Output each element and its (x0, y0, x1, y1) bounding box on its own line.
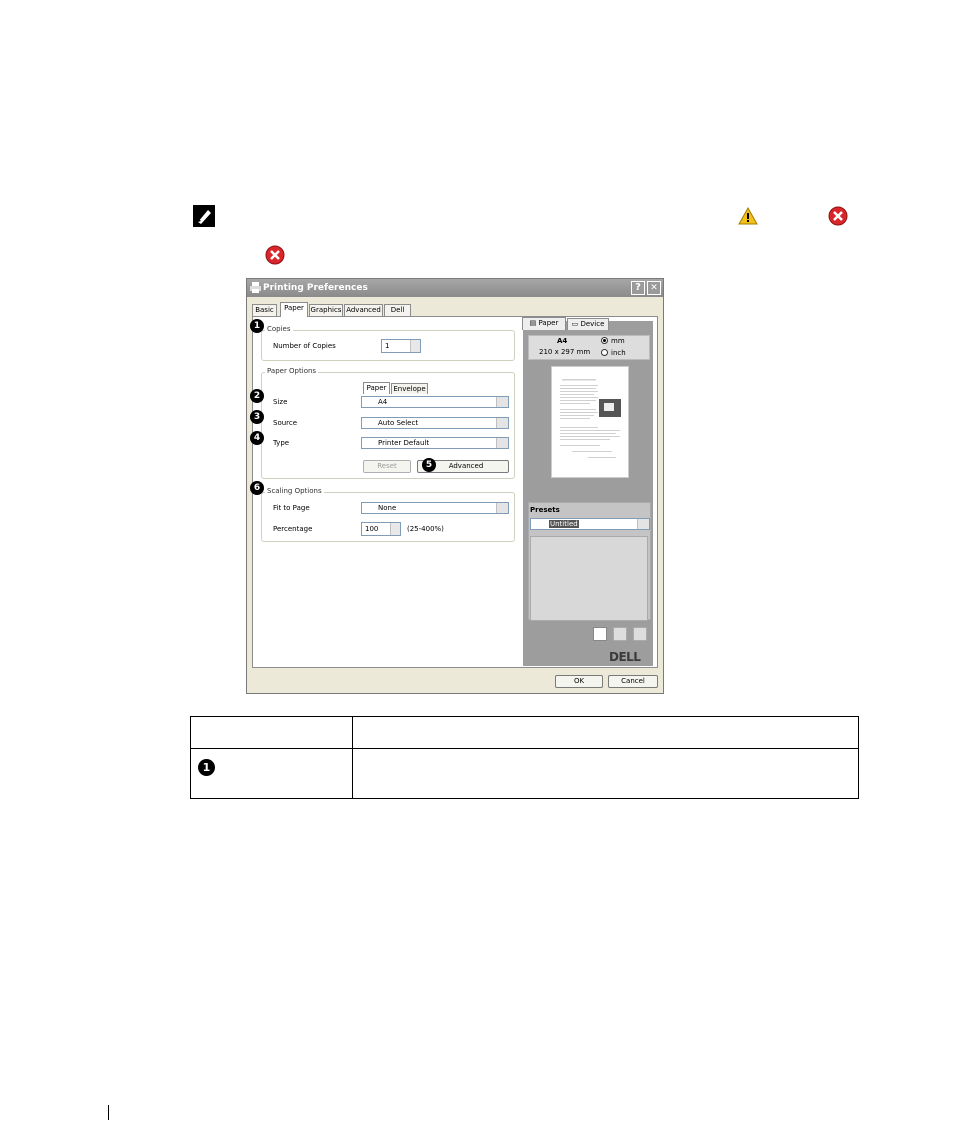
percentage-range: (25-400%) (407, 525, 444, 533)
preview-tab-device[interactable]: ▭ Device (567, 318, 609, 330)
presets-value: Untitled (549, 520, 579, 528)
size-select[interactable]: A4 (361, 396, 509, 408)
tab-graphics[interactable]: Graphics (309, 304, 343, 316)
description-table: 1 (190, 716, 859, 799)
copies-group-label: Copies (265, 325, 293, 333)
unit-mm-radio[interactable] (601, 337, 608, 344)
subtab-envelope[interactable]: Envelope (391, 383, 428, 394)
paper-options-label: Paper Options (265, 367, 319, 375)
preview-tab-paper[interactable]: ▤ Paper (522, 317, 566, 330)
percentage-stepper[interactable]: 100 (361, 522, 401, 536)
source-label: Source (273, 419, 298, 427)
fit-to-page-value: None (378, 504, 397, 512)
chevron-down-icon[interactable] (496, 418, 508, 428)
scaling-options-label: Scaling Options (265, 487, 324, 495)
error-icon (265, 245, 285, 265)
warning-icon (738, 207, 758, 225)
chevron-down-icon[interactable] (496, 438, 508, 448)
title-bar: Printing Preferences ? ✕ (247, 279, 663, 297)
unit-inch-label: inch (611, 349, 626, 357)
chevron-down-icon[interactable] (496, 503, 508, 513)
delete-preset-icon[interactable] (633, 627, 647, 641)
tab-advanced[interactable]: Advanced (344, 304, 383, 316)
new-preset-icon[interactable] (593, 627, 607, 641)
preview-tab-paper-label: Paper (538, 319, 559, 327)
presets-select[interactable]: Untitled (530, 518, 650, 530)
callout-2: 2 (250, 389, 264, 403)
copies-value: 1 (385, 342, 390, 350)
table-callout-1: 1 (198, 759, 215, 776)
callout-4: 4 (250, 431, 264, 445)
callout-5: 5 (422, 458, 436, 472)
save-preset-icon[interactable] (613, 627, 627, 641)
chevron-down-icon[interactable] (637, 519, 649, 529)
paper-name: A4 (557, 337, 568, 345)
dialog-title: Printing Preferences (263, 283, 368, 293)
fit-to-page-select[interactable]: None (361, 502, 509, 514)
close-button[interactable]: ✕ (647, 281, 661, 295)
unit-mm-label: mm (611, 337, 625, 345)
reset-button[interactable]: Reset (363, 460, 411, 473)
preview-tab-device-label: Device (580, 320, 605, 328)
page-preview (551, 366, 629, 478)
size-label: Size (273, 398, 288, 406)
source-value: Auto Select (378, 419, 419, 427)
size-value: A4 (378, 398, 388, 406)
fit-to-page-label: Fit to Page (273, 504, 310, 512)
dell-logo: DELL (609, 650, 641, 664)
presets-list[interactable] (530, 536, 648, 621)
spin-arrows-icon[interactable] (410, 340, 420, 352)
percentage-value: 100 (365, 525, 379, 533)
callout-1: 1 (250, 319, 264, 333)
unit-inch-radio[interactable] (601, 349, 608, 356)
number-of-copies-label: Number of Copies (273, 342, 336, 350)
tab-basic[interactable]: Basic (252, 304, 277, 316)
error-icon (828, 206, 848, 226)
type-label: Type (273, 439, 290, 447)
tab-paper[interactable]: Paper (280, 302, 308, 317)
table-header-row (191, 717, 858, 749)
type-value: Printer Default (378, 439, 430, 447)
percentage-label: Percentage (273, 525, 313, 533)
chevron-down-icon[interactable] (496, 397, 508, 407)
tab-dell[interactable]: Dell (384, 304, 411, 316)
spin-arrows-icon[interactable] (390, 523, 400, 535)
cancel-button[interactable]: Cancel (608, 675, 658, 688)
copies-stepper[interactable]: 1 (381, 339, 421, 353)
source-select[interactable]: Auto Select (361, 417, 509, 429)
paper-dimensions: 210 x 297 mm (539, 348, 591, 356)
presets-label: Presets (530, 506, 560, 514)
note-pencil-icon (193, 205, 215, 227)
callout-6: 6 (250, 481, 264, 495)
callout-3: 3 (250, 410, 264, 424)
printing-preferences-dialog: Printing Preferences ? ✕ Basic Paper Gra… (246, 278, 664, 694)
document-icon: ▤ (529, 319, 539, 327)
table-column-divider (352, 717, 353, 798)
subtab-paper[interactable]: Paper (363, 382, 390, 394)
printer-icon (250, 282, 261, 293)
ok-button[interactable]: OK (555, 675, 603, 688)
help-button[interactable]: ? (631, 281, 645, 295)
page-preview-image (560, 379, 621, 458)
page-footer-rule (108, 1105, 109, 1120)
type-select[interactable]: Printer Default (361, 437, 509, 449)
